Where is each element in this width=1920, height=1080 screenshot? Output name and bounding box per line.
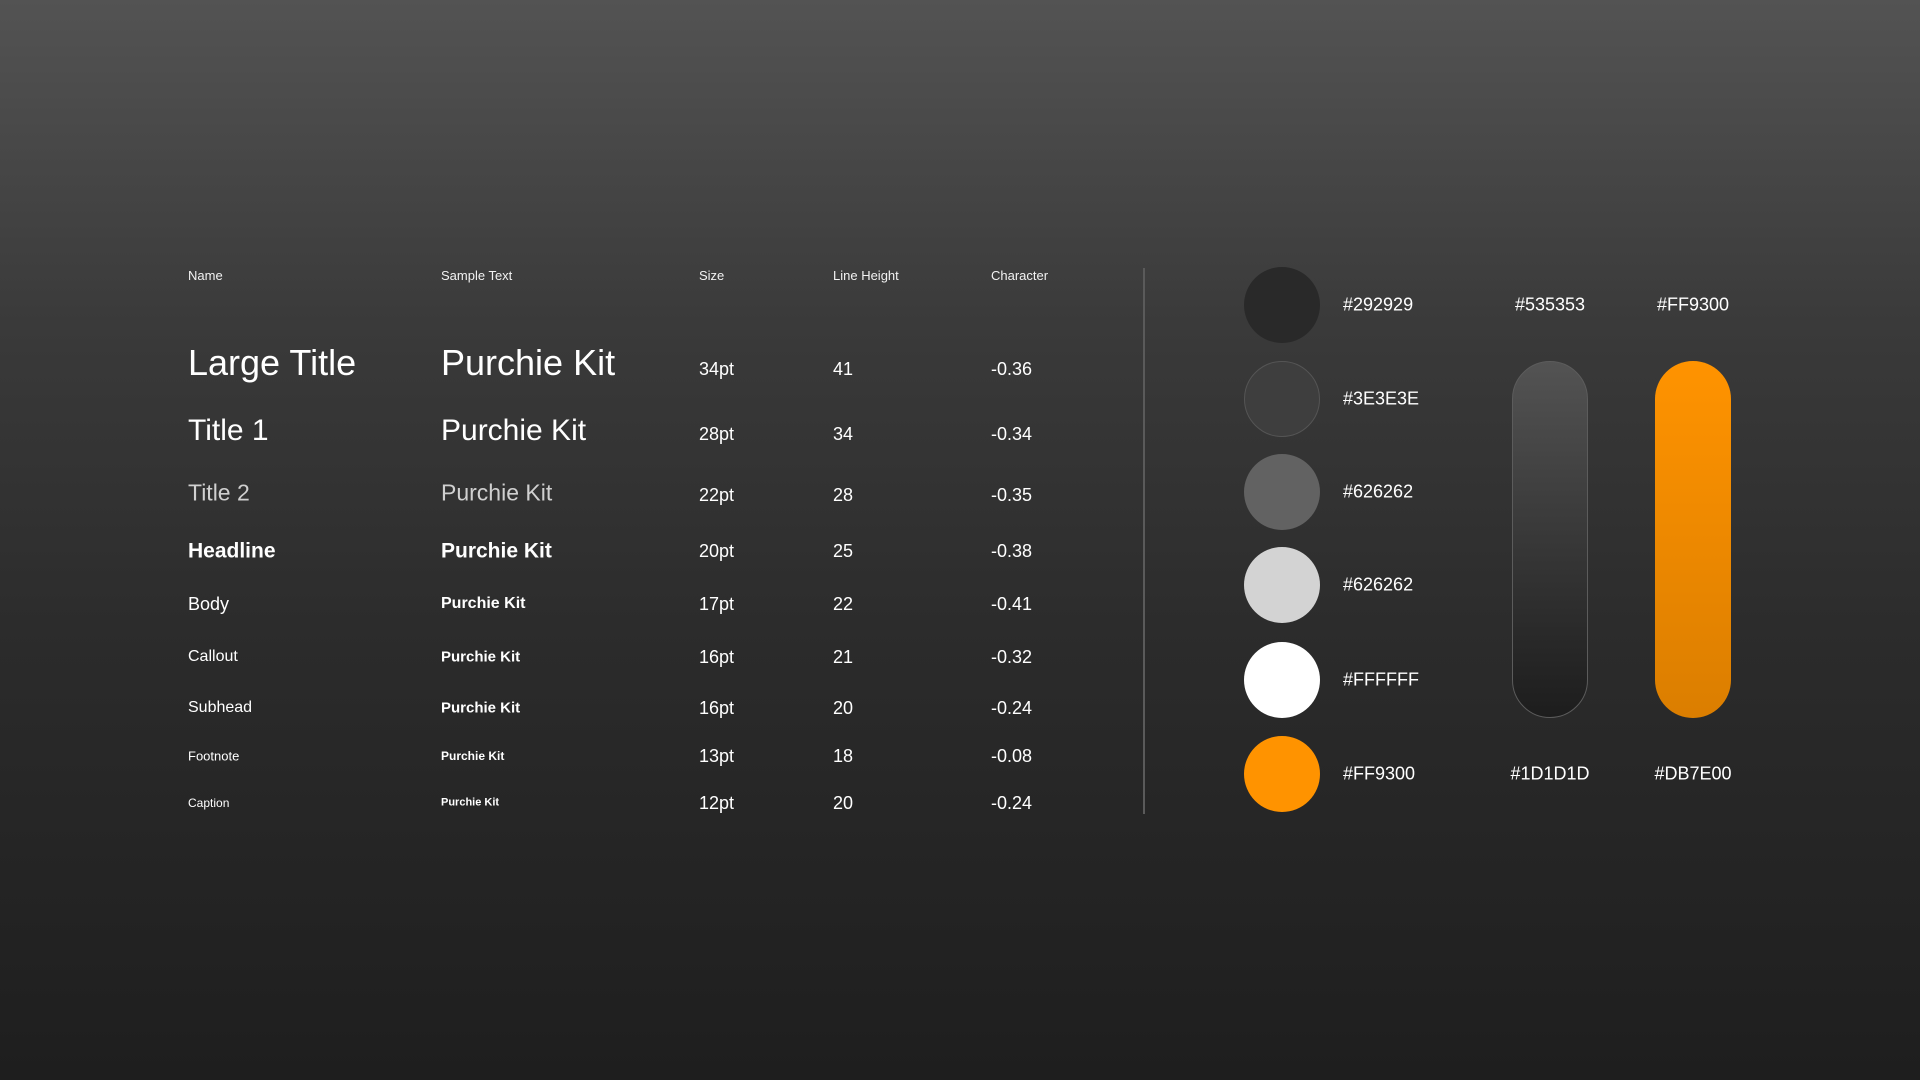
swatch-label: #3E3E3E [1343, 388, 1420, 409]
row-line-height: 28 [833, 485, 854, 505]
row-name: Title 1 [188, 414, 269, 447]
row-name: Callout [188, 648, 238, 665]
section-divider [1143, 268, 1145, 814]
row-character: -0.36 [991, 359, 1033, 379]
row-sample: Purchie Kit [441, 648, 521, 666]
row-sample: Purchie Kit [441, 414, 587, 447]
row-name: Headline [188, 539, 276, 563]
row-size: 12pt [699, 793, 735, 813]
color-swatch [1244, 736, 1320, 812]
row-character: -0.38 [991, 541, 1033, 561]
row-character: -0.32 [991, 647, 1033, 667]
row-sample: Purchie Kit [441, 479, 553, 506]
row-character: -0.24 [991, 698, 1033, 718]
row-character: -0.34 [991, 424, 1033, 444]
row-character: -0.08 [991, 746, 1033, 766]
row-sample: Purchie Kit [441, 749, 505, 763]
typography-table: Name Sample Text Size Line Height Charac… [188, 0, 1108, 1080]
row-character: -0.41 [991, 594, 1033, 614]
row-size: 28pt [699, 424, 735, 444]
row-size: 34pt [699, 359, 735, 379]
row-sample: Purchie Kit [441, 796, 500, 809]
row-sample: Purchie Kit [441, 595, 526, 612]
header-character: Character [991, 268, 1049, 283]
swatch-label: #626262 [1343, 481, 1414, 502]
row-character: -0.24 [991, 793, 1033, 813]
swatch-label: #292929 [1343, 294, 1414, 315]
header-line-height: Line Height [833, 268, 899, 283]
color-swatch [1244, 642, 1320, 718]
swatch-label: #FFFFFF [1343, 669, 1419, 690]
row-line-height: 25 [833, 541, 854, 561]
row-size: 16pt [699, 647, 735, 667]
row-line-height: 22 [833, 594, 854, 614]
swatch-label: #FF9300 [1343, 763, 1416, 784]
row-line-height: 21 [833, 647, 854, 667]
row-size: 16pt [699, 698, 735, 718]
row-name: Caption [188, 796, 230, 810]
row-name: Subhead [188, 699, 253, 716]
row-size: 20pt [699, 541, 735, 561]
header-name: Name [188, 268, 223, 283]
row-character: -0.35 [991, 485, 1033, 505]
row-name: Body [188, 594, 230, 614]
color-swatch [1244, 267, 1320, 343]
row-line-height: 18 [833, 746, 854, 766]
row-line-height: 41 [833, 359, 854, 379]
header-size: Size [699, 268, 725, 283]
row-sample: Purchie Kit [441, 539, 552, 563]
gradient-top-label: #535353 [1514, 294, 1586, 315]
row-sample: Purchie Kit [441, 699, 521, 717]
color-swatch [1244, 454, 1320, 530]
swatch-label: #626262 [1343, 574, 1414, 595]
gradient-top-label: #FF9300 [1656, 294, 1730, 315]
row-size: 17pt [699, 594, 735, 614]
color-swatch [1244, 361, 1320, 437]
row-sample: Purchie Kit [441, 342, 616, 383]
gradient-bottom-label: #DB7E00 [1654, 763, 1732, 784]
row-line-height: 34 [833, 424, 854, 444]
row-name: Footnote [188, 748, 240, 764]
row-name: Title 2 [188, 479, 250, 506]
row-size: 22pt [699, 485, 735, 505]
color-swatch [1244, 547, 1320, 623]
row-name: Large Title [188, 342, 357, 383]
gradient-bottom-label: #1D1D1D [1510, 763, 1590, 784]
header-sample-text: Sample Text [441, 268, 513, 283]
row-size: 13pt [699, 746, 735, 766]
orange-gradient-pill [1655, 361, 1731, 718]
row-line-height: 20 [833, 793, 854, 813]
row-line-height: 20 [833, 698, 854, 718]
gray-gradient-pill [1512, 361, 1588, 718]
